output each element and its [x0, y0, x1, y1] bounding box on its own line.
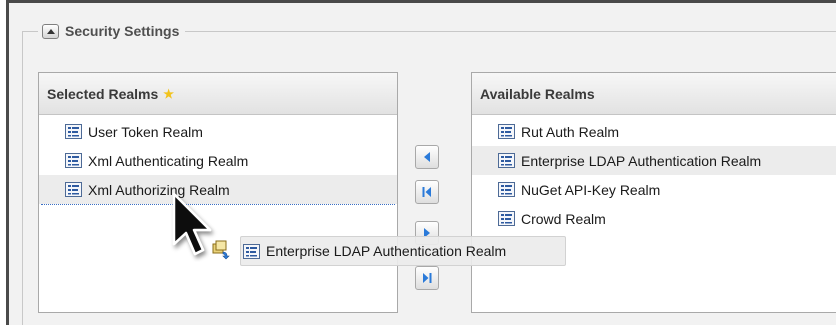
list-item-label: NuGet API-Key Realm [521, 181, 661, 198]
available-realms-panel: Available Realms Rut Auth Realm Enterpri… [471, 72, 836, 313]
realm-icon [65, 182, 82, 197]
drop-indicator [41, 204, 395, 205]
drag-ghost-item: Enterprise LDAP Authentication Realm [240, 236, 566, 266]
list-item-label: Rut Auth Realm [521, 123, 620, 140]
arrow-first-icon [422, 187, 431, 197]
list-item[interactable]: Xml Authenticating Realm [39, 146, 397, 175]
list-item[interactable]: Xml Authorizing Realm [39, 175, 397, 204]
list-item[interactable]: Rut Auth Realm [472, 117, 836, 146]
available-realms-header: Available Realms [472, 73, 836, 115]
drag-ghost-label: Enterprise LDAP Authentication Realm [266, 243, 507, 259]
realm-icon [498, 153, 515, 168]
list-item-label: Xml Authenticating Realm [88, 152, 249, 169]
mouse-cursor-icon [172, 192, 212, 256]
list-item-label: User Token Realm [88, 123, 203, 140]
selected-realms-panel: Selected Realms ★ User Token Realm Xml A… [38, 72, 398, 313]
realm-icon [498, 211, 515, 226]
list-item[interactable]: Enterprise LDAP Authentication Realm [472, 146, 836, 175]
selected-realms-header: Selected Realms ★ [39, 73, 397, 115]
collapse-up-icon[interactable] [42, 23, 59, 39]
available-realms-list: Rut Auth Realm Enterprise LDAP Authentic… [472, 115, 836, 233]
realm-icon [65, 124, 82, 139]
realm-icon [498, 182, 515, 197]
arrow-left-icon [424, 152, 430, 162]
move-all-left-button[interactable] [415, 180, 439, 204]
fieldset-border-left [22, 31, 23, 325]
arrow-last-icon [423, 273, 432, 283]
available-realms-title: Available Realms [480, 85, 595, 102]
list-item[interactable]: Crowd Realm [472, 204, 836, 233]
selected-realms-title: Selected Realms [47, 85, 159, 102]
list-item-label: Crowd Realm [521, 210, 606, 227]
list-item[interactable]: User Token Realm [39, 117, 397, 146]
move-left-button[interactable] [415, 145, 439, 169]
list-item[interactable]: NuGet API-Key Realm [472, 175, 836, 204]
list-item-label: Enterprise LDAP Authentication Realm [521, 152, 762, 169]
realm-icon [65, 153, 82, 168]
star-icon: ★ [163, 86, 175, 101]
realm-icon [498, 124, 515, 139]
realm-icon [243, 243, 260, 259]
selected-realms-list: User Token Realm Xml Authenticating Real… [39, 115, 397, 205]
move-all-right-button[interactable] [415, 266, 439, 290]
section-title: Security Settings [65, 23, 180, 39]
section-legend: Security Settings [38, 18, 186, 44]
